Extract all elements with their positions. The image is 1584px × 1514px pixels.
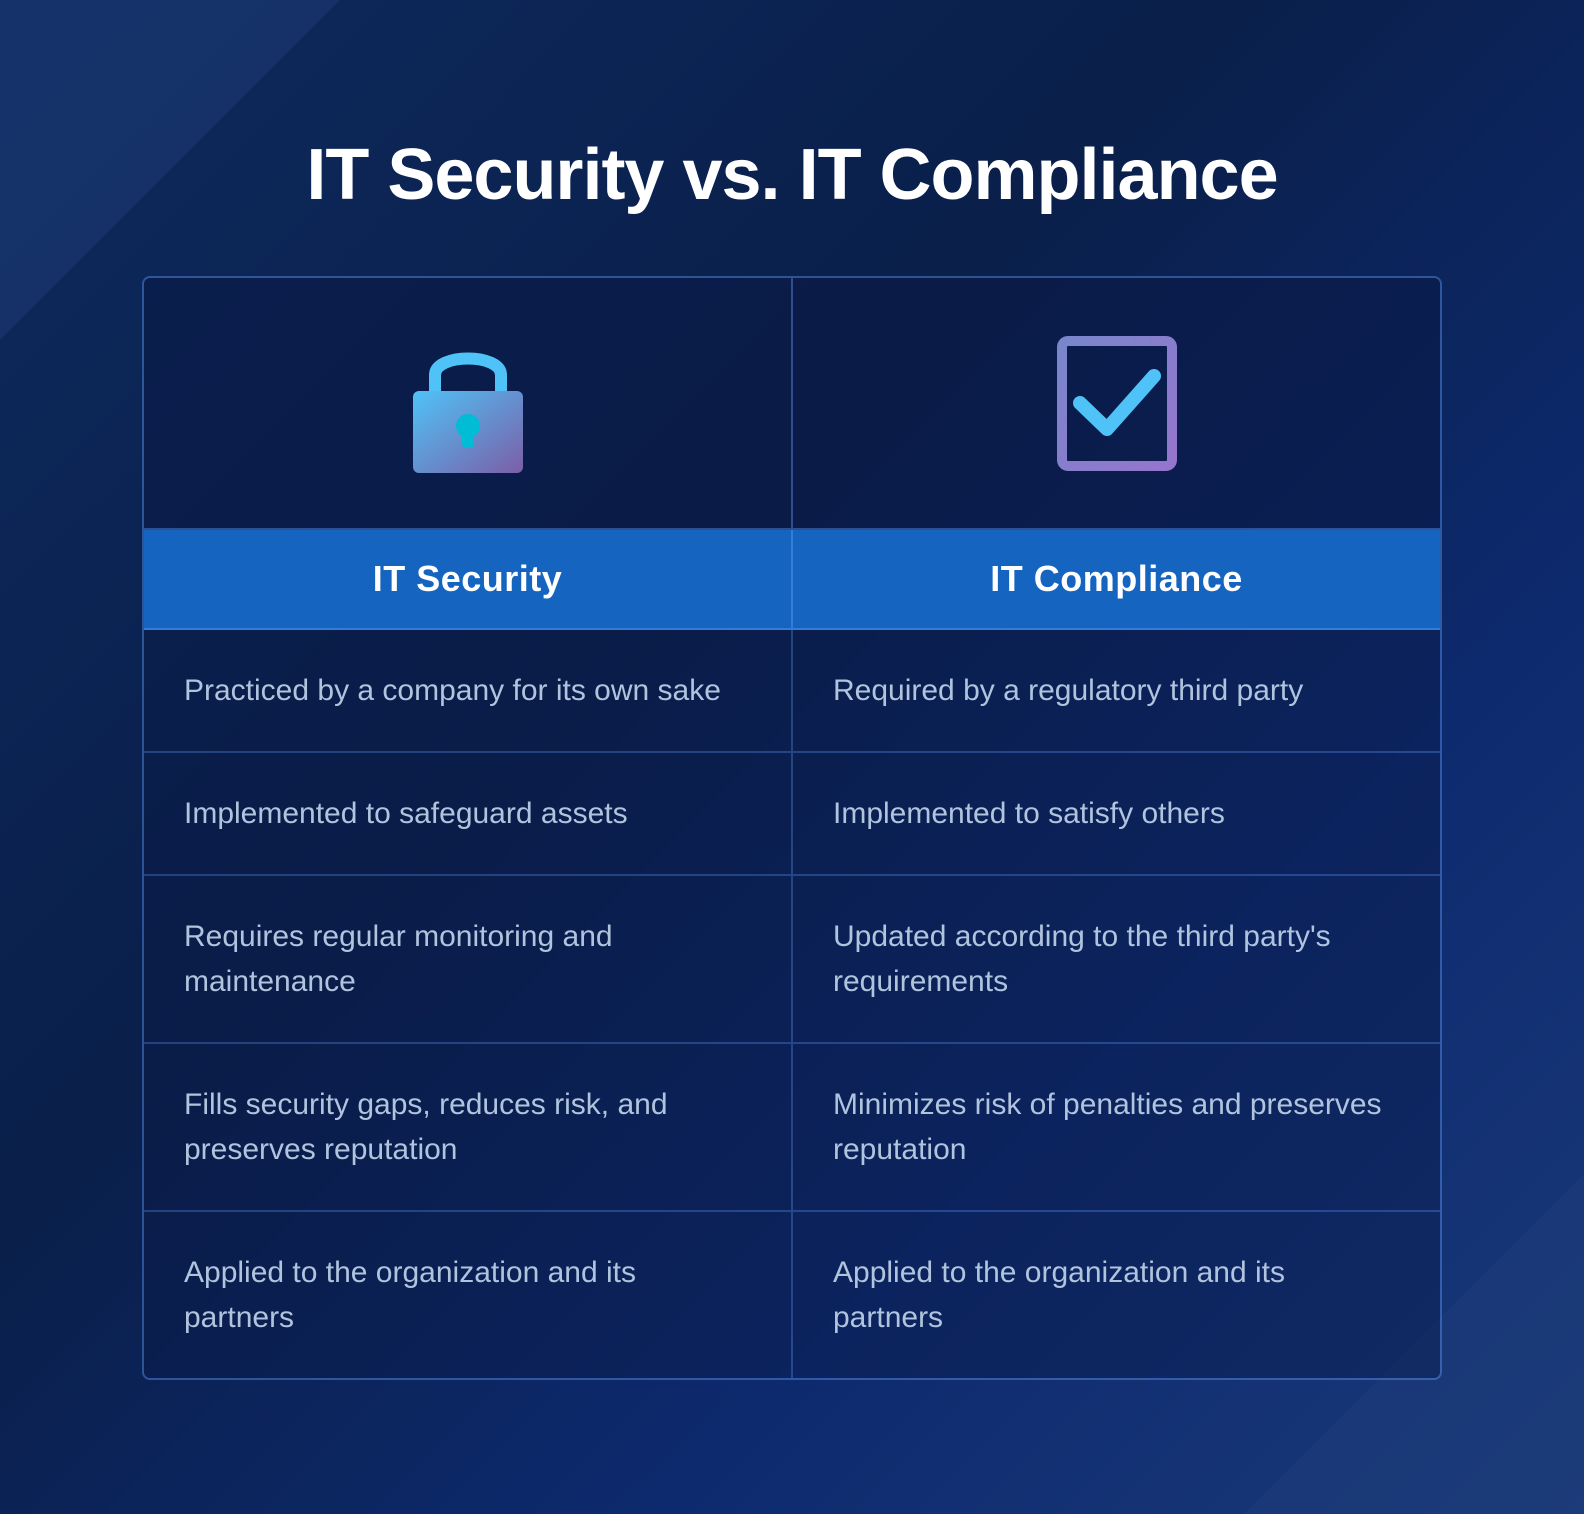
table-row: Requires regular monitoring and maintena… [144, 876, 1440, 1044]
compliance-icon-cell [793, 278, 1440, 528]
comparison-table: IT Security IT Compliance Practiced by a… [142, 276, 1442, 1380]
clipboard-check-icon [1042, 328, 1192, 478]
table-row: Applied to the organization and its part… [144, 1212, 1440, 1378]
security-cell: Fills security gaps, reduces risk, and p… [144, 1044, 793, 1210]
compliance-cell: Required by a regulatory third party [793, 630, 1440, 751]
table-row: Practiced by a company for its own sake … [144, 630, 1440, 753]
security-cell: Implemented to safeguard assets [144, 753, 793, 874]
security-cell: Applied to the organization and its part… [144, 1212, 793, 1378]
security-cell: Requires regular monitoring and maintena… [144, 876, 793, 1042]
security-cell: Practiced by a company for its own sake [144, 630, 793, 751]
compliance-cell: Applied to the organization and its part… [793, 1212, 1440, 1378]
table-row: Implemented to safeguard assets Implemen… [144, 753, 1440, 876]
page-title: IT Security vs. IT Compliance [306, 134, 1277, 216]
lock-icon [393, 328, 543, 478]
header-row: IT Security IT Compliance [144, 530, 1440, 630]
compliance-cell: Implemented to satisfy others [793, 753, 1440, 874]
table-row: Fills security gaps, reduces risk, and p… [144, 1044, 1440, 1212]
compliance-header: IT Compliance [793, 530, 1440, 628]
compliance-cell: Updated according to the third party's r… [793, 876, 1440, 1042]
icon-row [144, 278, 1440, 530]
security-header: IT Security [144, 530, 793, 628]
compliance-cell: Minimizes risk of penalties and preserve… [793, 1044, 1440, 1210]
security-icon-cell [144, 278, 793, 528]
